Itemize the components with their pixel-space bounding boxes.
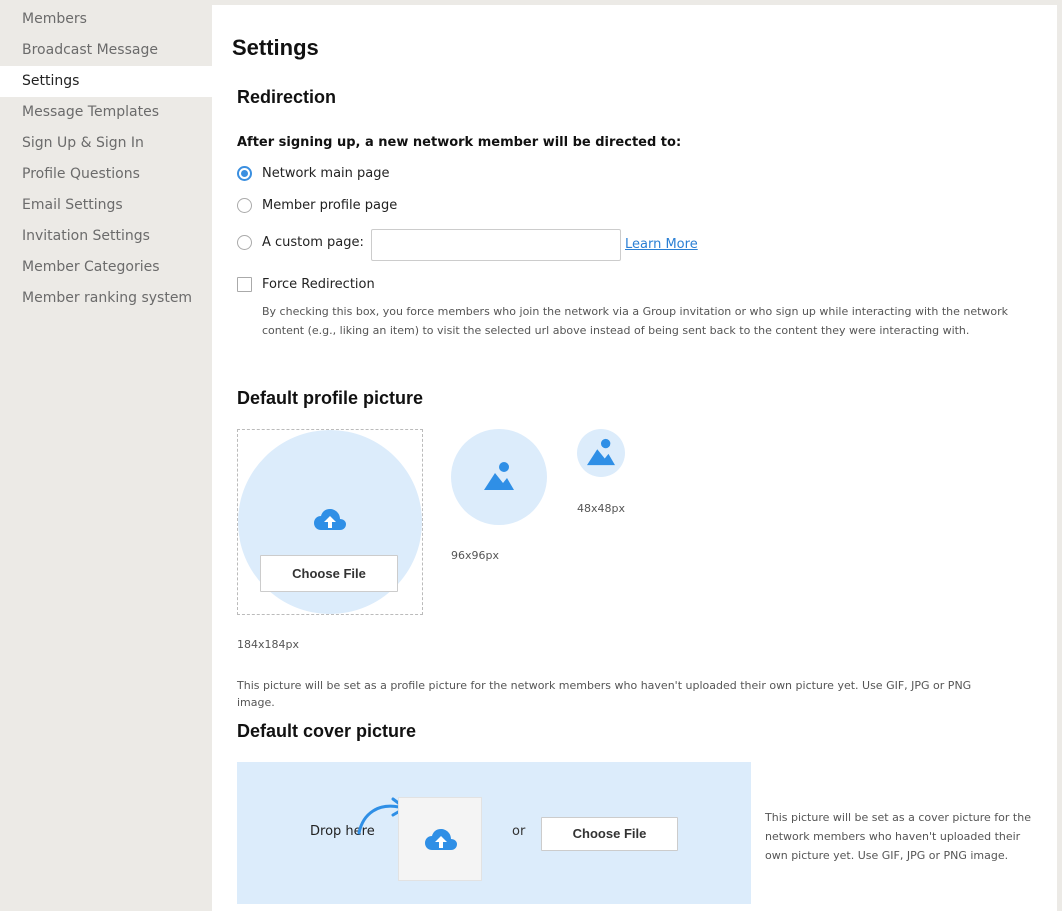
drop-target-box[interactable] — [398, 797, 482, 881]
or-label: or — [512, 824, 526, 839]
sidebar: Members Broadcast Message Settings Messa… — [0, 0, 212, 911]
radio-button[interactable] — [237, 166, 252, 181]
learn-more-link[interactable]: Learn More — [625, 237, 698, 252]
radio-label: Network main page — [262, 166, 390, 181]
size-label-184: 184x184px — [237, 638, 299, 651]
profile-choose-file-button[interactable]: Choose File — [260, 555, 398, 592]
avatar-preview-48 — [577, 429, 625, 477]
sidebar-item-broadcast-message[interactable]: Broadcast Message — [0, 35, 212, 66]
sidebar-item-invitation-settings[interactable]: Invitation Settings — [0, 221, 212, 252]
page-title: Settings — [232, 35, 319, 60]
profile-picture-upload-area[interactable]: Choose File — [237, 429, 423, 615]
radio-member-profile-page[interactable]: Member profile page — [237, 198, 397, 213]
redirection-section-title: Redirection — [237, 87, 337, 107]
cloud-upload-icon — [425, 829, 457, 850]
cover-picture-help: This picture will be set as a cover pict… — [765, 811, 1031, 862]
redirection-question: After signing up, a new network member w… — [237, 135, 682, 150]
custom-page-input[interactable] — [371, 229, 621, 261]
sidebar-item-profile-questions[interactable]: Profile Questions — [0, 159, 212, 190]
cover-choose-file-button[interactable]: Choose File — [541, 817, 678, 851]
sidebar-item-members[interactable]: Members — [0, 4, 212, 35]
sidebar-item-email-settings[interactable]: Email Settings — [0, 190, 212, 221]
sidebar-item-settings[interactable]: Settings — [0, 66, 212, 97]
cover-picture-section-title: Default cover picture — [237, 721, 417, 741]
radio-custom-page[interactable]: A custom page: — [237, 235, 364, 250]
profile-picture-section-title: Default profile picture — [237, 388, 424, 408]
force-redirection-checkbox[interactable] — [237, 277, 252, 292]
force-redirection-row[interactable]: Force Redirection — [237, 277, 375, 292]
force-redirection-label: Force Redirection — [262, 277, 375, 292]
force-redirection-help: By checking this box, you force members … — [262, 305, 1009, 337]
sidebar-item-member-ranking-system[interactable]: Member ranking system — [0, 283, 212, 314]
radio-button[interactable] — [237, 198, 252, 213]
sidebar-item-sign-up-sign-in[interactable]: Sign Up & Sign In — [0, 128, 212, 159]
image-placeholder-icon — [587, 438, 615, 466]
sidebar-item-message-templates[interactable]: Message Templates — [0, 97, 212, 128]
radio-network-main-page[interactable]: Network main page — [237, 166, 390, 181]
cloud-upload-icon — [314, 509, 346, 530]
avatar-preview-96 — [451, 429, 547, 525]
cover-drop-zone[interactable]: Drop here or Choose File — [237, 762, 751, 904]
sidebar-item-member-categories[interactable]: Member Categories — [0, 252, 212, 283]
radio-label: Member profile page — [262, 198, 398, 213]
radio-label: A custom page: — [262, 235, 364, 250]
main-panel: Settings Redirection After signing up, a… — [212, 5, 1057, 911]
radio-button[interactable] — [237, 235, 252, 250]
size-label-96: 96x96px — [451, 549, 499, 562]
profile-picture-help: This picture will be set as a profile pi… — [237, 679, 972, 709]
size-label-48: 48x48px — [577, 502, 625, 515]
image-placeholder-icon — [484, 462, 514, 490]
